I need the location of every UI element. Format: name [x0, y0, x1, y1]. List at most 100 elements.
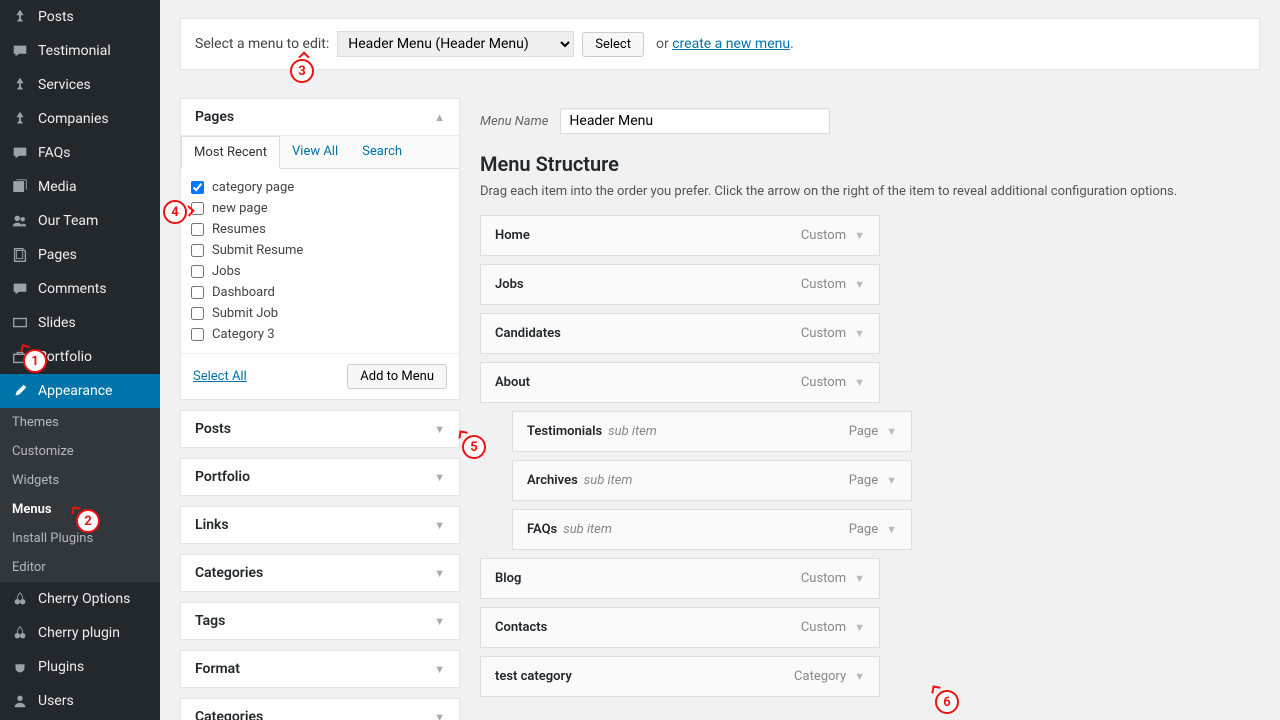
main-content: Select a menu to edit: Header Menu (Head… — [160, 0, 1280, 720]
cherry-icon — [10, 589, 30, 609]
postbox-categories[interactable]: Categories▼ — [181, 699, 459, 720]
menu-item-home[interactable]: HomeCustom ▼ — [480, 215, 880, 256]
annotation-4: 4 — [163, 200, 187, 224]
chat-icon — [10, 143, 30, 163]
menu-edit-column: Menu Name Menu Structure Drag each item … — [480, 98, 1260, 720]
select-button[interactable]: Select — [582, 32, 644, 57]
page-checkbox-item[interactable]: Category 3 — [191, 324, 449, 345]
expand-icon: ▼ — [434, 711, 445, 720]
cherry-icon — [10, 623, 30, 643]
chevron-down-icon: ▼ — [854, 621, 865, 634]
pin-icon — [10, 7, 30, 27]
page-checkbox-item[interactable]: category page — [191, 177, 449, 198]
tab-search[interactable]: Search — [350, 136, 414, 168]
chevron-down-icon: ▼ — [854, 572, 865, 585]
nav-our-team[interactable]: Our Team — [0, 204, 160, 238]
plug-icon — [10, 657, 30, 677]
subnav-widgets[interactable]: Widgets — [0, 466, 160, 495]
pin-icon — [10, 109, 30, 129]
pages-icon — [10, 245, 30, 265]
pages-postbox-header[interactable]: Pages ▲ — [181, 99, 459, 136]
postbox-links[interactable]: Links▼ — [181, 507, 459, 543]
nav-faqs[interactable]: FAQs — [0, 136, 160, 170]
menu-item-archives[interactable]: Archivessub itemPage ▼ — [512, 460, 912, 501]
annotation-2: 2 — [76, 509, 100, 533]
chevron-down-icon: ▼ — [854, 278, 865, 291]
menu-name-input[interactable] — [560, 108, 830, 134]
postbox-tags[interactable]: Tags▼ — [181, 603, 459, 639]
postbox-categories[interactable]: Categories▼ — [181, 555, 459, 591]
page-checkbox-item[interactable]: Submit Resume — [191, 240, 449, 261]
page-checkbox-item[interactable]: Jobs — [191, 261, 449, 282]
expand-icon: ▼ — [434, 519, 445, 532]
nav-services[interactable]: Services — [0, 68, 160, 102]
expand-icon: ▼ — [434, 615, 445, 628]
nav-testimonial[interactable]: Testimonial — [0, 34, 160, 68]
subnav-customize[interactable]: Customize — [0, 437, 160, 466]
nav-posts[interactable]: Posts — [0, 0, 160, 34]
nav-appearance[interactable]: Appearance — [0, 374, 160, 408]
expand-icon: ▼ — [434, 567, 445, 580]
select-menu-label: Select a menu to edit: — [195, 36, 329, 52]
pages-tabs: Most RecentView AllSearch — [181, 136, 459, 169]
postbox-posts[interactable]: Posts▼ — [181, 411, 459, 447]
page-checkbox-item[interactable]: Submit Job — [191, 303, 449, 324]
chevron-down-icon: ▼ — [854, 327, 865, 340]
page-checkbox[interactable] — [191, 181, 204, 194]
menu-select-bar: Select a menu to edit: Header Menu (Head… — [180, 18, 1260, 70]
page-checkbox[interactable] — [191, 223, 204, 236]
select-all-link[interactable]: Select All — [193, 369, 247, 384]
nav-comments[interactable]: Comments — [0, 272, 160, 306]
menu-structure-desc: Drag each item into the order you prefer… — [480, 184, 1260, 199]
annotation-5: 5 — [462, 435, 486, 459]
page-checkbox[interactable] — [191, 328, 204, 341]
page-checkbox-item[interactable]: new page — [191, 198, 449, 219]
pin-icon — [10, 75, 30, 95]
page-checkbox[interactable] — [191, 286, 204, 299]
page-checkbox-item[interactable]: Resumes — [191, 219, 449, 240]
create-menu-link[interactable]: create a new menu — [672, 36, 790, 52]
pages-checklist: category pagenew pageResumesSubmit Resum… — [181, 169, 459, 353]
menu-item-about[interactable]: AboutCustom ▼ — [480, 362, 880, 403]
postbox-format[interactable]: Format▼ — [181, 651, 459, 687]
tab-view-all[interactable]: View All — [280, 136, 350, 168]
chevron-down-icon: ▼ — [886, 425, 897, 438]
menu-item-faqs[interactable]: FAQssub itemPage ▼ — [512, 509, 912, 550]
page-checkbox-item[interactable]: Dashboard — [191, 282, 449, 303]
users-icon — [10, 211, 30, 231]
page-checkbox[interactable] — [191, 307, 204, 320]
accordion-column: Pages ▲ Most RecentView AllSearch catego… — [180, 98, 460, 720]
expand-icon: ▼ — [434, 471, 445, 484]
subnav-themes[interactable]: Themes — [0, 408, 160, 437]
tab-most-recent[interactable]: Most Recent — [181, 136, 280, 169]
add-to-menu-button[interactable]: Add to Menu — [347, 364, 447, 389]
menu-structure-list: HomeCustom ▼ JobsCustom ▼ CandidatesCustom… — [480, 215, 1260, 697]
nav-pages[interactable]: Pages — [0, 238, 160, 272]
nav-cherry-options[interactable]: Cherry Options — [0, 582, 160, 616]
nav-slides[interactable]: Slides — [0, 306, 160, 340]
menu-item-contacts[interactable]: ContactsCustom ▼ — [480, 607, 880, 648]
page-checkbox[interactable] — [191, 265, 204, 278]
nav-users[interactable]: Users — [0, 684, 160, 718]
menu-item-blog[interactable]: BlogCustom ▼ — [480, 558, 880, 599]
nav-plugins[interactable]: Plugins — [0, 650, 160, 684]
chat-icon — [10, 279, 30, 299]
nav-cherry-plugin[interactable]: Cherry plugin — [0, 616, 160, 650]
page-checkbox[interactable] — [191, 244, 204, 257]
nav-media[interactable]: Media — [0, 170, 160, 204]
menu-structure-heading: Menu Structure — [480, 152, 1260, 176]
menu-select-dropdown[interactable]: Header Menu (Header Menu) — [337, 31, 574, 57]
menu-item-jobs[interactable]: JobsCustom ▼ — [480, 264, 880, 305]
slides-icon — [10, 313, 30, 333]
postbox-portfolio[interactable]: Portfolio▼ — [181, 459, 459, 495]
annotation-6: 6 — [935, 690, 959, 714]
subnav-editor[interactable]: Editor — [0, 553, 160, 582]
menu-item-candidates[interactable]: CandidatesCustom ▼ — [480, 313, 880, 354]
annotation-3: 3 — [290, 59, 314, 83]
annotation-1: 1 — [23, 349, 47, 373]
menu-item-test-category[interactable]: test categoryCategory ▼ — [480, 656, 880, 697]
nav-companies[interactable]: Companies — [0, 102, 160, 136]
menu-name-label: Menu Name — [480, 114, 548, 129]
menu-item-testimonials[interactable]: Testimonialssub itemPage ▼ — [512, 411, 912, 452]
collapse-icon: ▲ — [434, 111, 445, 124]
